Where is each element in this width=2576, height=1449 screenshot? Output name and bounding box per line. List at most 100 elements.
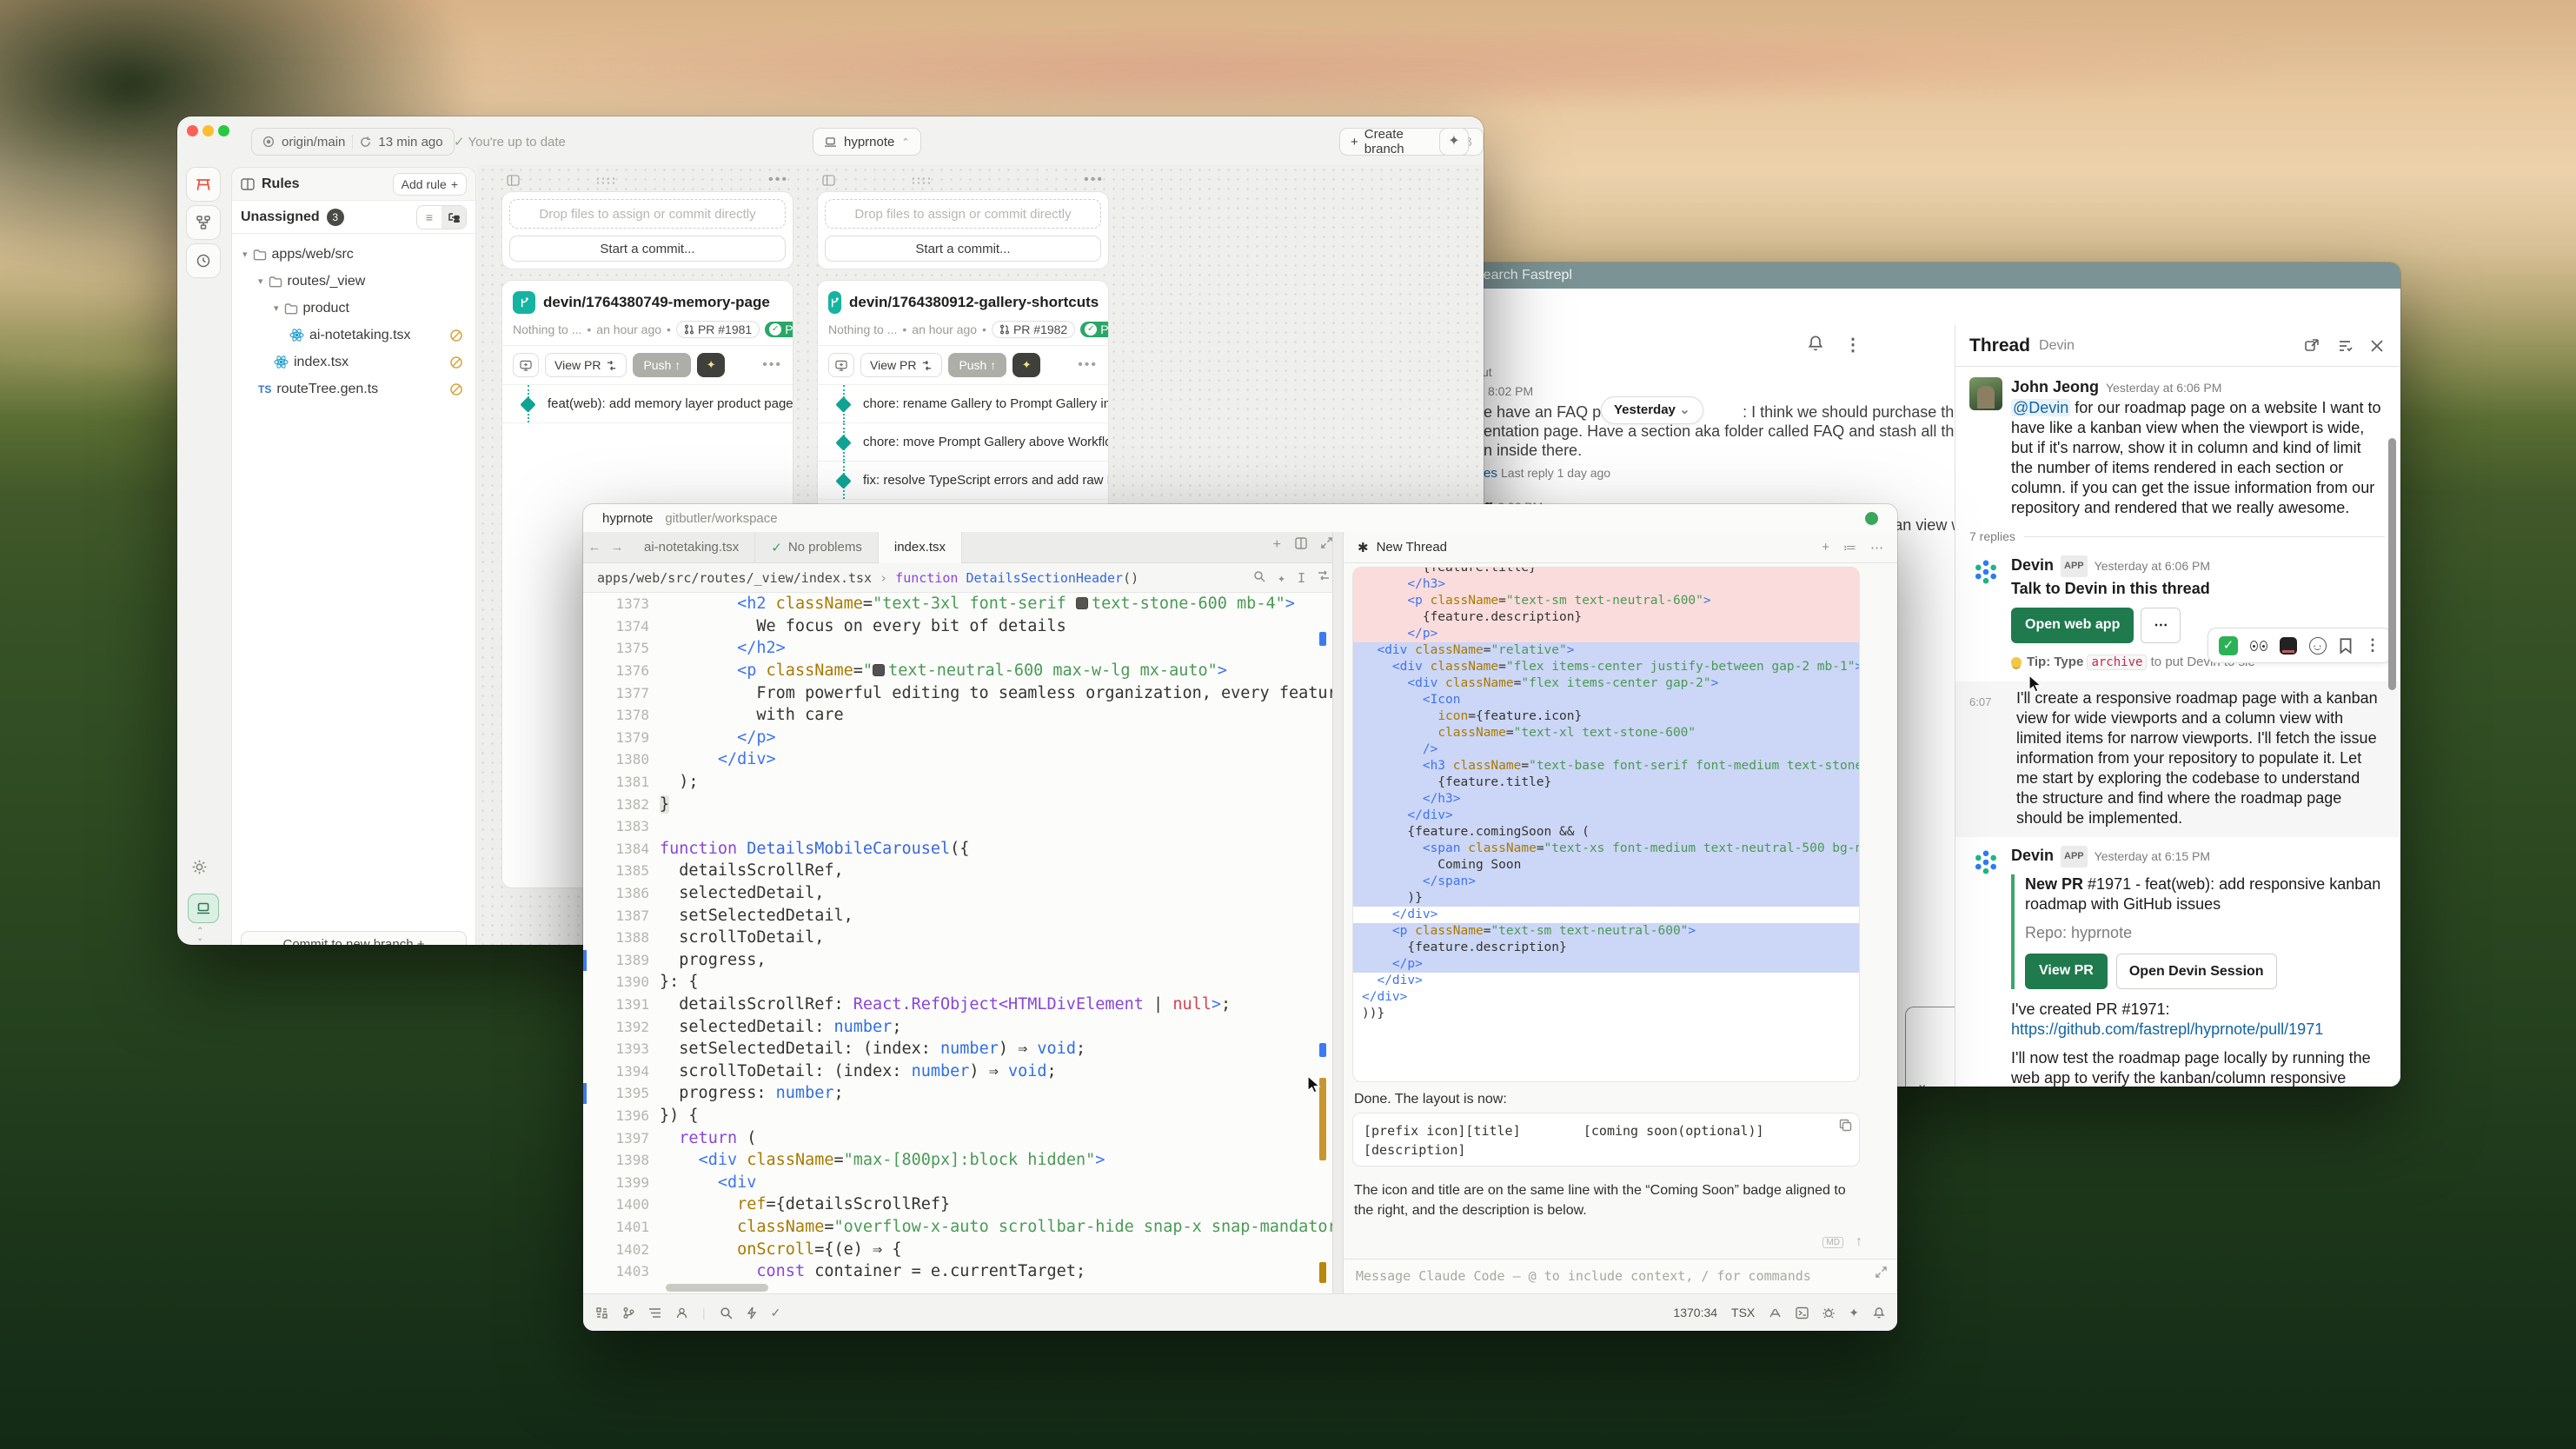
code-line-1390[interactable]: 1390}: { <box>583 971 1332 994</box>
workspace-branch[interactable]: gitbutler/workspace <box>665 511 777 526</box>
review-button[interactable] <box>828 353 854 377</box>
kebab-menu-icon[interactable]: ⋮ <box>2365 635 2380 655</box>
source-control-icon[interactable] <box>622 1306 634 1319</box>
commit-row[interactable]: feat(web): add memory layer product page <box>502 385 793 423</box>
code-line-1378[interactable]: 1378 with care <box>583 704 1332 727</box>
branch-menu-icon[interactable]: ••• <box>1078 357 1098 373</box>
open-in-window-icon[interactable] <box>2303 337 2320 355</box>
branch-name[interactable]: devin/1764380749-memory-page <box>543 294 770 311</box>
branches-rail-button[interactable] <box>186 205 221 240</box>
open-web-app-button[interactable]: Open web app <box>2011 608 2134 643</box>
start-commit-button[interactable]: Start a commit... <box>825 236 1101 262</box>
code-line-1391[interactable]: 1391 detailsScrollRef: React.RefObject<H… <box>583 994 1332 1016</box>
editor-tab-index-tsx[interactable]: index.tsx <box>879 532 962 563</box>
editor-tab-ai-notetaking-tsx[interactable]: ai-notetaking.tsx <box>628 532 755 563</box>
terminal-icon[interactable] <box>1796 1306 1809 1319</box>
ai-commit-button[interactable]: ✦ <box>697 353 725 377</box>
add-reaction-icon[interactable] <box>2309 637 2327 655</box>
drop-files-zone[interactable]: Drop files to assign or commit directly <box>825 199 1101 229</box>
view-pr-button[interactable]: View PR <box>860 353 942 377</box>
review-button[interactable] <box>513 353 539 377</box>
screen-share-indicator[interactable] <box>1865 512 1878 525</box>
scroll-top-icon[interactable]: ↑ <box>1856 1234 1862 1250</box>
lane-menu-icon[interactable]: ••• <box>1084 172 1104 188</box>
code-line-1392[interactable]: 1392 selectedDetail: number; <box>583 1015 1332 1038</box>
copy-icon[interactable] <box>1839 1119 1852 1132</box>
code-line-1400[interactable]: 1400 ref={detailsScrollRef} <box>583 1193 1332 1216</box>
tree-item-routetree-gen-ts[interactable]: TSrouteTree.gen.ts <box>237 376 470 402</box>
devin-reaction-icon[interactable] <box>2280 637 2297 655</box>
agent-menu-icon[interactable]: ⋯ <box>1870 540 1883 555</box>
add-rule-button[interactable]: Add rule+ <box>393 173 467 196</box>
collab-icon[interactable] <box>675 1306 688 1319</box>
code-line-1388[interactable]: 1388 scrollToDetail, <box>583 927 1332 949</box>
zoom-window-button[interactable] <box>218 125 229 136</box>
code-line-1397[interactable]: 1397 return ( <box>583 1127 1332 1149</box>
copilot-icon[interactable] <box>1769 1307 1782 1319</box>
code-line-1383[interactable]: 1383 <box>583 815 1332 838</box>
code-line-1395[interactable]: 1395 progress: number; <box>583 1082 1332 1105</box>
settings-icon[interactable] <box>191 859 208 875</box>
drag-handle[interactable] <box>911 176 933 184</box>
notifications-bell-icon[interactable] <box>1873 1306 1885 1319</box>
project-name[interactable]: hyprnote <box>602 511 653 526</box>
thread-filter-icon[interactable] <box>2336 337 2354 355</box>
commit-row[interactable]: chore: move Prompt Gallery above Workflo… <box>818 423 1108 462</box>
code-line-1401[interactable]: 1401 className="overflow-x-auto scrollba… <box>583 1216 1332 1239</box>
language-mode[interactable]: TSX <box>1731 1306 1755 1319</box>
open-devin-session-button[interactable]: Open Devin Session <box>2116 954 2277 989</box>
author-name[interactable]: John Jeong <box>2011 377 2099 397</box>
maximize-pane-icon[interactable] <box>1321 537 1332 553</box>
code-line-1381[interactable]: 1381 ); <box>583 771 1332 794</box>
editor-tab-no-problems[interactable]: ✓No problems <box>755 532 879 563</box>
markdown-icon[interactable]: MD <box>1822 1237 1843 1248</box>
branch-name[interactable]: devin/1764380912-gallery-shortcuts <box>849 294 1099 311</box>
close-icon[interactable] <box>2369 338 2385 354</box>
more-actions-button[interactable]: ⋯ <box>2141 608 2181 643</box>
replies-fragment[interactable]: es Last reply 1 day ago <box>1484 466 1610 481</box>
upstream-branch-button[interactable]: origin/main 13 min ago <box>251 128 455 156</box>
start-commit-button[interactable]: Start a commit... <box>509 236 786 262</box>
code-line-1373[interactable]: 1373 <h2 className="text-3xl font-serif … <box>583 593 1332 615</box>
editor-scrollbar[interactable] <box>1318 593 1328 1293</box>
code-line-1398[interactable]: 1398 <div className="max-[800px]:block h… <box>583 1149 1332 1172</box>
view-pr-button[interactable]: View PR <box>545 353 627 377</box>
commit-row[interactable]: fix: resolve TypeScript errors and add r… <box>818 462 1108 500</box>
quick-actions-icon[interactable] <box>747 1306 757 1319</box>
diagnostics-check-icon[interactable]: ✓ <box>771 1306 781 1320</box>
drop-files-zone[interactable]: Drop files to assign or commit directly <box>509 199 786 229</box>
breadcrumb[interactable]: apps/web/src/routes/_view/index.tsx › fu… <box>583 563 1344 593</box>
toggle-icon[interactable] <box>1318 570 1330 586</box>
code-editor[interactable]: 1373 <h2 className="text-3xl font-serif … <box>583 593 1332 1293</box>
pane-divider[interactable] <box>1332 532 1344 1293</box>
devin-avatar[interactable] <box>1969 846 2002 879</box>
collapse-chevrons-icon[interactable]: ⌃⌄ <box>196 928 203 942</box>
diff-preview-card[interactable]: {feature.title} </h3> <p className="text… <box>1352 567 1860 1082</box>
close-window-button[interactable] <box>187 125 198 136</box>
code-line-1393[interactable]: 1393 setSelectedDetail: (index: number) … <box>583 1038 1332 1060</box>
buffer-search-icon[interactable] <box>1253 570 1265 586</box>
branch-menu-icon[interactable]: ••• <box>762 357 782 373</box>
code-line-1384[interactable]: 1384function DetailsMobileCarousel({ <box>583 838 1332 861</box>
drag-handle[interactable] <box>595 176 618 184</box>
view-pr-button[interactable]: View PR <box>2025 954 2108 989</box>
code-line-1396[interactable]: 1396}) { <box>583 1105 1332 1127</box>
history-rail-button[interactable] <box>186 243 221 278</box>
pr-number-pill[interactable]: PR #1981 <box>676 321 760 338</box>
code-line-1374[interactable]: 1374 We focus on every bit of details <box>583 615 1332 638</box>
code-line-1394[interactable]: 1394 scrollToDetail: (index: number) ⇒ v… <box>583 1060 1332 1082</box>
code-line-1403[interactable]: 1403 const container = e.currentTarget; <box>583 1260 1332 1283</box>
tree-item-index-tsx[interactable]: index.tsx <box>237 349 470 376</box>
bookmark-icon[interactable] <box>2339 637 2353 655</box>
push-button[interactable]: Push ↑ <box>633 353 691 377</box>
code-line-1389[interactable]: 1389 progress, <box>583 949 1332 972</box>
eyes-reaction-icon[interactable] <box>2250 641 2267 651</box>
author-name[interactable]: Devin <box>2011 555 2054 575</box>
collapse-lane-icon[interactable] <box>507 175 520 186</box>
commit-to-new-branch-button[interactable]: Commit to new branch + <box>241 931 467 945</box>
devin-avatar[interactable] <box>1969 555 2002 588</box>
tree-item-apps-web-src[interactable]: ▾apps/web/src <box>237 241 470 268</box>
selection-icon[interactable]: I <box>1298 570 1305 586</box>
code-line-1380[interactable]: 1380 </div> <box>583 748 1332 771</box>
commit-row[interactable]: chore: rename Gallery to Prompt Gallery … <box>818 385 1108 423</box>
